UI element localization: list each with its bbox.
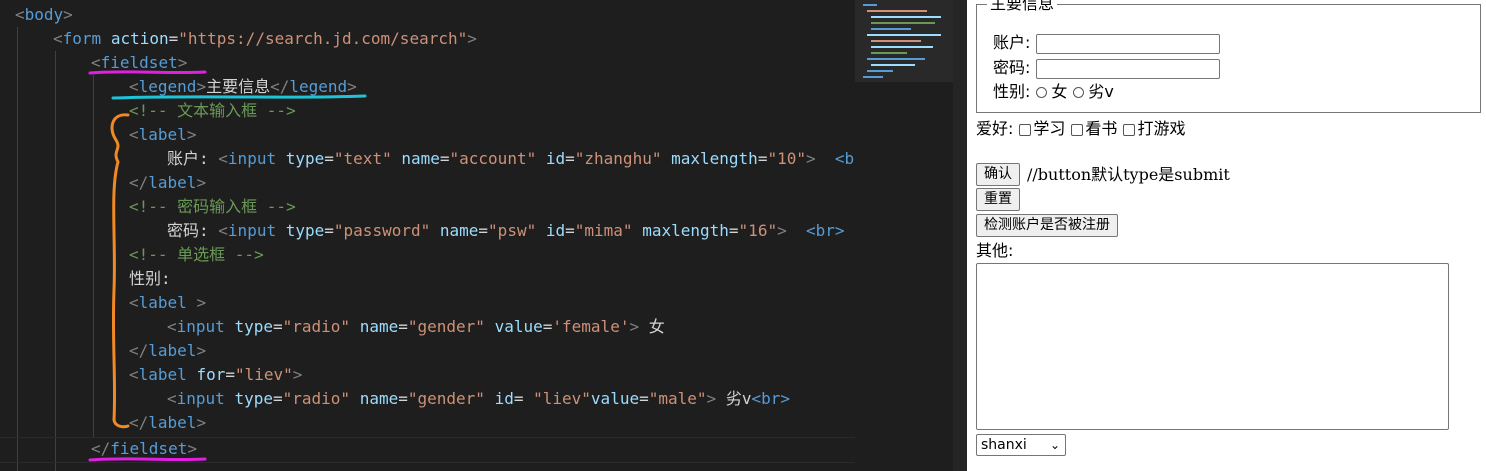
gender-male-label[interactable]: 劣v [1088,82,1113,101]
minimap-line [871,40,921,42]
code-line-12[interactable]: 性别: [129,267,171,291]
minimap-line [867,34,941,36]
gender-female-radio[interactable] [1036,87,1048,98]
code-line-2[interactable]: <form action="https://search.jd.com/sear… [53,27,477,51]
minimap-line [871,46,933,48]
hobby-row: 爱好: 学习 看书 打游戏 [976,118,1185,140]
code-line-14[interactable]: <input type="radio" name="gender" value=… [167,315,665,339]
password-row: 密码: [993,57,1220,79]
browser-preview: 主要信息 账户: 密码: 性别: 女 劣v 爱好: 学习 看书 打游戏 确认 //butt… [967,0,1486,471]
code-line-4[interactable]: <legend>主要信息</legend> [129,75,357,99]
minimap-line [871,16,941,18]
minimap-line [871,64,915,66]
code-line-9[interactable]: <!-- 密码输入框 --> [129,195,296,219]
code-line-19[interactable]: </fieldset> [91,437,197,461]
region-select-value: shanxi [981,437,1027,453]
hobby-game-checkbox[interactable] [1123,123,1136,136]
minimap-line [863,4,877,6]
code-line-1[interactable]: <body> [15,3,73,27]
indent-guide [93,75,94,437]
code-line-17[interactable]: <input type="radio" name="gender" id= "l… [167,387,790,411]
code-line-16[interactable]: <label for="liev"> [129,363,302,387]
reset-button[interactable]: 重置 [976,188,1020,211]
code-line-13[interactable]: <label > [129,291,206,315]
code-line-11[interactable]: <!-- 单选框 --> [129,243,264,267]
indent-guide [17,27,18,471]
code-line-15[interactable]: </label> [129,339,206,363]
confirm-button[interactable]: 确认 [976,163,1020,186]
minimap-line [871,22,935,24]
minimap-line [863,76,883,78]
region-select[interactable]: shanxi ⌄ [976,434,1066,456]
confirm-note: //button默认type是submit [1027,165,1230,184]
minimap[interactable] [855,0,967,471]
minimap-line [871,52,907,54]
account-input[interactable] [1035,33,1220,54]
minimap-line [867,58,925,60]
gender-label: 性别: [993,82,1031,101]
chevron-down-icon: ⌄ [1049,438,1060,452]
minimap-line [867,70,893,72]
hobby-study-checkbox[interactable] [1019,123,1032,136]
gender-male-radio[interactable] [1073,87,1085,98]
check-account-button[interactable]: 检测账户是否被注册 [976,214,1118,237]
hobby-study-label[interactable]: 学习 [1033,119,1065,138]
other-label: 其他: [976,241,1014,260]
editor-scrollbar[interactable] [953,0,967,471]
password-input[interactable] [1035,58,1220,79]
annotation-bracket [110,113,130,429]
code-line-6[interactable]: <label> [129,123,196,147]
minimap-line [867,10,927,12]
code-line-8[interactable]: </label> [129,171,206,195]
gender-row: 性别: 女 劣v [993,81,1114,103]
account-label: 账户: [993,33,1031,52]
indent-guide [55,51,56,471]
account-row: 账户: [993,32,1220,54]
gender-female-label[interactable]: 女 [1051,82,1067,101]
fieldset-legend: 主要信息 [987,0,1058,13]
code-line-18[interactable]: </label> [129,411,206,435]
code-editor[interactable]: <body> <form action="https://search.jd.c… [0,0,855,471]
hobby-read-label[interactable]: 看书 [1085,119,1117,138]
code-line-7[interactable]: 账户: <input type="text" name="account" id… [167,147,854,171]
password-label: 密码: [993,58,1031,77]
hobby-read-checkbox[interactable] [1071,123,1084,136]
code-line-5[interactable]: <!-- 文本输入框 --> [129,99,296,123]
main-info-fieldset: 主要信息 账户: 密码: 性别: 女 劣v [976,0,1481,113]
code-line-3[interactable]: <fieldset> [91,51,187,75]
hobby-label: 爱好: [976,119,1014,138]
hobby-game-label[interactable]: 打游戏 [1137,119,1185,138]
minimap-line [871,28,911,30]
other-textarea[interactable] [976,263,1449,430]
code-line-10[interactable]: 密码: <input type="password" name="psw" id… [167,219,845,243]
